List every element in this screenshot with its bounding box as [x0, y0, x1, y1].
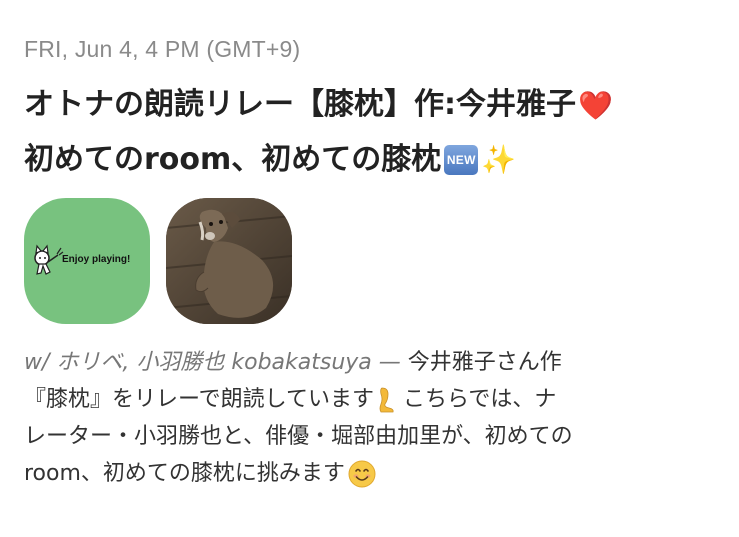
title-text-2: 初めてのroom、初めての膝枕 [24, 141, 442, 177]
avatar-enjoy-playing[interactable]: Enjoy playing! [24, 198, 150, 324]
dog-photo-icon [166, 198, 292, 324]
new-badge-icon: NEW [444, 145, 479, 175]
description-text-1: 今井雅子さん作 [400, 350, 562, 375]
leg-icon [379, 387, 394, 413]
description-text-4: room、初めての膝枕に挑みます [24, 461, 345, 486]
smiling-face-icon [348, 460, 376, 488]
avatar-caption: Enjoy playing! [62, 254, 131, 265]
heart-icon: ❤️ [578, 88, 613, 122]
event-title: オトナの朗読リレー【膝枕】作:今井雅子❤️ 初めてのroom、初めての膝枕 NEW… [24, 78, 724, 187]
event-date: FRI, Jun 4, 4 PM (GMT+9) [24, 36, 301, 62]
description-line-1: w/ ホリベ, 小羽勝也 kobakatsuya — 今井雅子さん作 [24, 344, 724, 381]
event-description: w/ ホリベ, 小羽勝也 kobakatsuya — 今井雅子さん作 『膝枕』を… [24, 344, 724, 492]
sparkles-icon: ✨ [481, 143, 517, 176]
title-text-1: オトナの朗読リレー【膝枕】作:今井雅子 [24, 87, 576, 122]
description-text-2b: こちらでは、ナ [396, 387, 557, 412]
avatar-dog-photo[interactable] [166, 198, 292, 324]
hosts-text: w/ ホリベ, 小羽勝也 kobakatsuya — [24, 350, 401, 375]
description-line-2: 『膝枕』をリレーで朗読しています こちらでは、ナ [24, 381, 724, 418]
description-text-2: 『膝枕』をリレーで朗読しています [24, 387, 375, 412]
description-line-3: レーター・小羽勝也と、俳優・堀部由加里が、初めての [24, 424, 573, 449]
title-line-1: オトナの朗読リレー【膝枕】作:今井雅子❤️ [24, 78, 724, 133]
title-line-2: 初めてのroom、初めての膝枕 NEW ✨ [24, 133, 724, 188]
event-card[interactable]: FRI, Jun 4, 4 PM (GMT+9) オトナの朗読リレー【膝枕】作:… [0, 0, 739, 537]
description-line-4: room、初めての膝枕に挑みます [24, 455, 724, 492]
